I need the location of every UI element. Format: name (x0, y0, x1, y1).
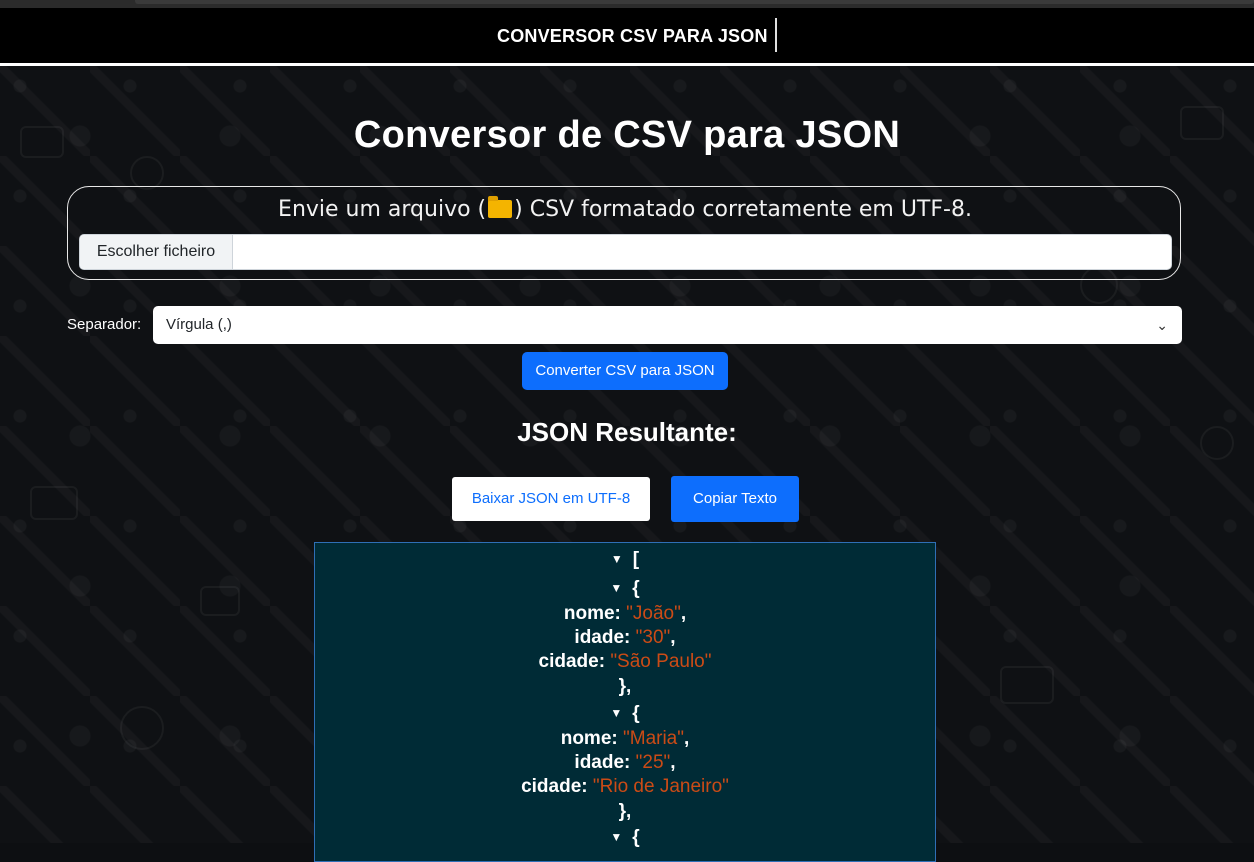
collapse-triangle-icon[interactable]: ▼ (610, 581, 622, 595)
upload-text-end: ) CSV formatado corretamente em UTF-8. (514, 197, 972, 222)
collapse-triangle-icon[interactable]: ▼ (610, 706, 622, 720)
json-object-close: }, (618, 676, 632, 697)
json-field-nome: nome: "Maria", (560, 728, 690, 749)
download-json-button[interactable]: Baixar JSON em UTF-8 (452, 477, 650, 521)
choose-file-button[interactable]: Escolher ficheiro (80, 235, 233, 269)
json-array-open[interactable]: ▼[ (315, 549, 935, 571)
browser-tab-edge (135, 0, 1254, 4)
navbar-divider (775, 18, 777, 52)
json-object-close: }, (618, 801, 632, 822)
convert-button[interactable]: Converter CSV para JSON (522, 352, 728, 390)
collapse-triangle-icon[interactable]: ▼ (610, 830, 622, 844)
json-field-nome: nome: "João", (563, 603, 687, 624)
doodle-shape (30, 486, 78, 520)
separator-selected-value: Vírgula (,) (166, 316, 232, 333)
separator-label: Separador: (67, 316, 142, 333)
collapse-triangle-icon[interactable]: ▼ (611, 552, 623, 566)
browser-top-strip (0, 0, 1254, 8)
json-object-open[interactable]: ▼{ (315, 827, 935, 849)
json-field-idade: idade: "25", (574, 752, 676, 773)
doodle-shape (120, 706, 164, 750)
json-field-idade: idade: "30", (574, 627, 676, 648)
navbar-title[interactable]: CONVERSOR CSV PARA JSON (497, 26, 768, 47)
upload-text-start: Envie um arquivo ( (278, 197, 487, 222)
doodle-shape (1000, 666, 1054, 704)
json-object-open[interactable]: ▼{ (315, 578, 935, 600)
json-field-cidade: cidade: "Rio de Janeiro" (521, 776, 729, 797)
copy-text-button[interactable]: Copiar Texto (671, 476, 799, 522)
upload-panel: Envie um arquivo ( ) CSV formatado corret… (67, 186, 1181, 280)
json-field-cidade: cidade: "São Paulo" (538, 651, 712, 672)
navbar: CONVERSOR CSV PARA JSON (0, 8, 1254, 66)
chevron-down-icon: ⌄ (1156, 317, 1168, 333)
page-title: Conversor de CSV para JSON (353, 114, 901, 156)
json-viewer[interactable]: ▼[ ▼{ nome: "João", idade: "30", cidade:… (314, 542, 936, 862)
folder-icon (488, 196, 513, 218)
file-input[interactable]: Escolher ficheiro (79, 234, 1172, 270)
doodle-shape (130, 156, 164, 190)
upload-instructions: Envie um arquivo ( ) CSV formatado corret… (68, 196, 1182, 222)
separator-select[interactable]: Vírgula (,) ⌄ (153, 306, 1182, 344)
doodle-shape (200, 586, 240, 616)
json-object-open[interactable]: ▼{ (315, 703, 935, 725)
result-title: JSON Resultante: (517, 417, 737, 447)
